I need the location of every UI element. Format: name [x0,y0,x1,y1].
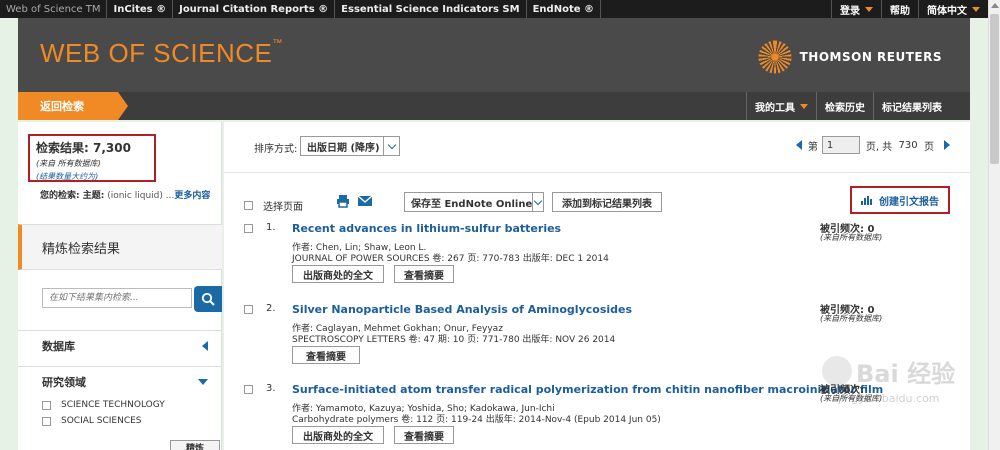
login-menu[interactable]: 登录 [831,0,881,18]
results-panel: 排序方式: 出版日期 (降序) 第 1 页, 共 730 页 选择页面 保存至 … [224,122,970,450]
record-checkbox[interactable] [244,224,253,233]
divider [224,172,970,173]
record-number: 1. [266,222,276,233]
record-title-link[interactable]: Surface-initiated atom transfer radical … [292,383,883,396]
checkbox[interactable] [42,416,51,426]
top-bar: Web of Science TM InCites ® Journal Cita… [0,0,988,18]
view-abstract-button[interactable]: 查看摘要 [394,265,454,283]
record-checkbox[interactable] [244,385,253,394]
link-incites[interactable]: InCites ® [107,0,174,18]
my-tools-menu[interactable]: 我的工具 [746,92,816,120]
results-approx-link[interactable]: (结果数量大约为) [36,171,148,182]
facet-item[interactable]: SCIENCE TECHNOLOGY [42,400,165,410]
brand-header: WEB OF SCIENCE™ THOMSON REUTERS [18,18,970,92]
view-abstract-button[interactable]: 查看摘要 [292,346,360,364]
link-esi[interactable]: Essential Science Indicators SM [335,0,527,18]
search-within-button[interactable] [194,286,222,312]
refine-button[interactable]: 精炼 [170,440,220,450]
collapse-left-icon [202,341,208,351]
times-cited-source: (来自所有数据库) [820,394,883,403]
nav-bar: 返回检索 我的工具 检索历史 标记结果列表 [18,92,970,120]
research-area-section[interactable]: 研究领域 [18,366,222,396]
wos-logo[interactable]: WEB OF SCIENCE™ [40,38,283,69]
page-number-input[interactable]: 1 [821,136,860,154]
next-page-icon[interactable] [944,140,950,150]
full-text-button[interactable]: 出版商处的全文 [292,265,384,283]
link-jcr[interactable]: Journal Citation Reports ® [173,0,336,18]
record-number: 3. [266,383,276,394]
caret-down-icon [972,6,980,12]
prev-page-icon[interactable] [795,140,802,150]
full-text-button[interactable]: 出版商处的全文 [292,426,384,444]
bar-chart-icon [861,195,873,205]
link-web-of-science[interactable]: Web of Science TM [0,0,108,18]
record-title-link[interactable]: Silver Nanoparticle Based Analysis of Am… [292,303,632,316]
checkbox[interactable] [244,201,253,210]
scroll-up-icon[interactable] [991,3,999,8]
more-link[interactable]: 更多内容 [174,191,210,201]
refine-results-header: 精炼检索结果 [18,224,222,270]
results-source: (来自 所有数据库) [36,159,101,168]
language-menu[interactable]: 简体中文 [918,0,988,18]
search-query: 您的检索: 主题: (ionic liquid) ...更多内容 [40,191,211,201]
save-to-endnote-select[interactable]: 保存至 EndNote Online [404,192,544,212]
record-source: JOURNAL OF POWER SOURCES 卷: 267 页: 770-7… [292,254,609,264]
chevron-down-icon [533,196,543,205]
times-cited-source: (来自所有数据库) [820,314,883,323]
search-history-link[interactable]: 检索历史 [816,92,873,120]
record-title-link[interactable]: Recent advances in lithium-sulfur batter… [292,222,561,235]
record-checkbox[interactable] [244,305,253,314]
expand-down-icon [198,379,208,385]
facet-item[interactable]: SOCIAL SCIENCES [42,416,142,426]
times-cited-source: (来自所有数据库) [820,233,883,242]
help-link[interactable]: 帮助 [881,0,918,18]
back-to-search-button[interactable]: 返回检索 [18,92,128,120]
checkbox[interactable] [42,400,51,410]
results-toolbar: 选择页面 保存至 EndNote Online 添加到标记结果列表 创建引文报告 [244,186,954,216]
scroll-thumb[interactable] [990,14,999,164]
print-icon[interactable] [336,194,350,208]
select-page[interactable]: 选择页面 [244,198,303,213]
sort-select[interactable]: 出版日期 (降序) [300,136,400,156]
database-section[interactable]: 数据库 [18,330,222,360]
results-count: 检索结果: 7,300 [36,141,131,155]
search-within-input[interactable] [42,288,192,308]
results-summary: 检索结果: 7,300 (来自 所有数据库) (结果数量大约为) [28,134,156,182]
record-source: Carbohydrate polymers 卷: 112 页: 119-24 出… [292,415,661,425]
record-source: SPECTROSCOPY LETTERS 卷: 47 期: 10 页: 771-… [292,335,616,345]
page-scrollbar[interactable] [988,0,1000,450]
add-to-marked-list-button[interactable]: 添加到标记结果列表 [552,192,662,212]
caret-down-icon [800,103,808,109]
pagination: 第 1 页, 共 730 页 [795,136,950,154]
sort-label: 排序方式: [254,144,298,155]
record-number: 2. [266,303,276,314]
thomson-reuters-mark-icon [757,40,792,74]
search-icon [201,292,215,306]
link-endnote[interactable]: EndNote ® [527,0,601,18]
email-icon[interactable] [358,196,372,206]
total-pages: 730 [898,139,918,151]
caret-down-icon [865,6,873,12]
marked-list-link[interactable]: 标记结果列表 [873,92,950,120]
thomson-reuters-logo: THOMSON REUTERS [757,40,942,74]
view-abstract-button[interactable]: 查看摘要 [394,426,454,444]
chevron-down-icon [387,140,396,149]
sidebar: 检索结果: 7,300 (来自 所有数据库) (结果数量大约为) 您的检索: 主… [18,122,222,450]
create-citation-report-button[interactable]: 创建引文报告 [850,186,950,214]
